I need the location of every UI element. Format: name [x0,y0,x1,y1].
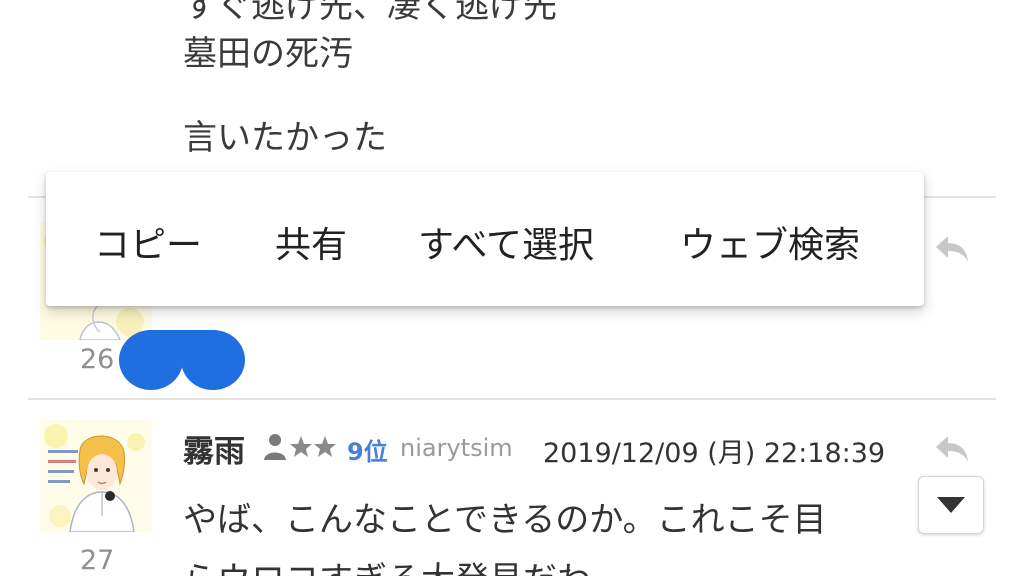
redaction-blob [119,330,245,390]
comment-timestamp: 2019/12/09 (月) 22:18:39 [543,438,886,469]
triangle-down-icon [937,497,965,513]
username[interactable]: 霧雨 [183,426,245,471]
comment-number: 27 [80,545,115,576]
page: すぐ逃げ先、凄く逃げ先 墓田の死汚 言いたかった 26 コピー 共有 すべて選択… [0,0,1024,576]
text-selection-context-menu: コピー 共有 すべて選択 ウェブ検索 [46,172,924,306]
prev-comment-line-1: 墓田の死汚 [183,34,353,74]
reply-arrow-icon[interactable] [932,432,972,466]
reply-arrow-icon[interactable] [932,232,972,266]
comment-divider [28,398,996,400]
menu-item-select-all[interactable]: すべて選択 [418,216,594,268]
scroll-down-button[interactable] [918,476,984,534]
avatar[interactable] [40,420,152,532]
prev-comment-line-2: 言いたかった [183,118,387,158]
person-stars-icon [264,434,336,460]
comment-body-line-2: らウロコすぎる大発見だわ [183,552,591,576]
comment-body-line-1: やば、こんなことできるのか。これこそ目 [183,500,827,540]
comment-number: 26 [80,344,115,375]
rank-label: 9位 [347,438,388,466]
user-id[interactable]: niarytsim [400,434,513,462]
prev-comment-cut-line: すぐ逃げ先、凄く逃げ先 [183,0,557,26]
menu-item-copy[interactable]: コピー [94,216,202,268]
menu-item-web-search[interactable]: ウェブ検索 [680,216,860,268]
menu-item-share[interactable]: 共有 [275,216,347,268]
